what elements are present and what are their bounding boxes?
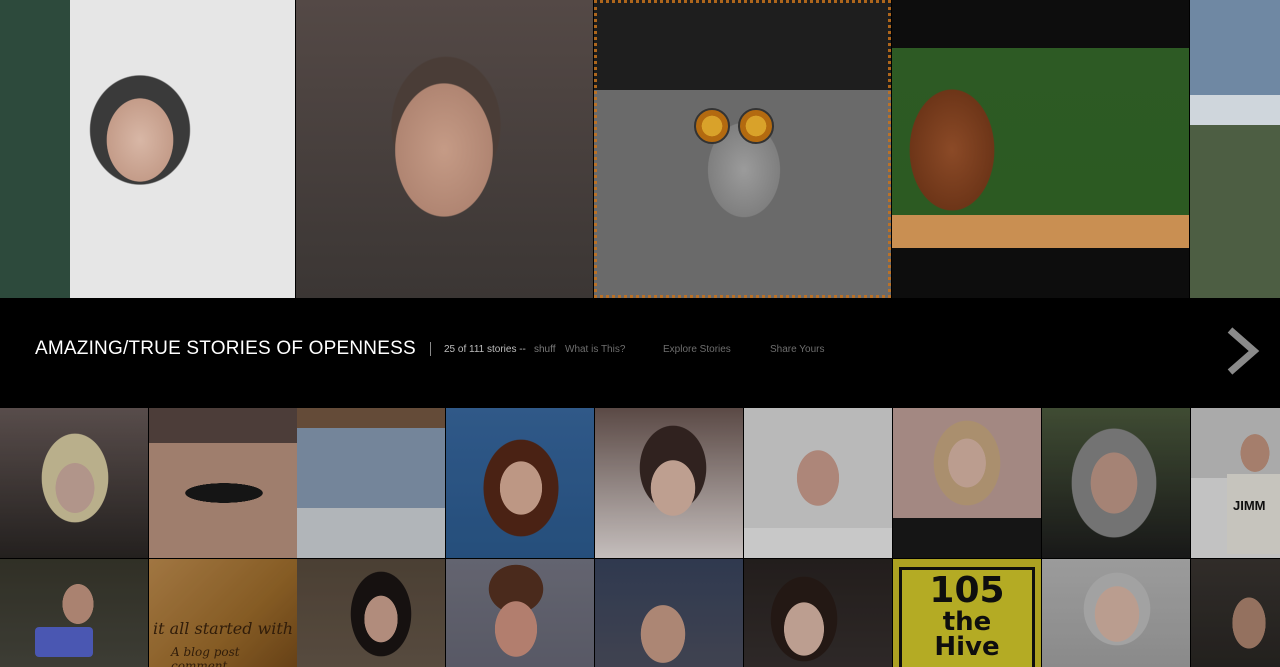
nav-what-is-this[interactable]: What is This? [565,344,625,355]
story-count: 25 of 111 stories -- [444,344,526,355]
book-cover-text: JIMM [1227,474,1280,554]
story-thumb[interactable] [446,559,594,667]
featured-story-tile-1[interactable] [0,0,295,298]
featured-story-tile-2[interactable] [296,0,593,298]
featured-story-tile-5[interactable] [1190,0,1280,298]
story-thumb[interactable]: JIMM [1191,408,1280,558]
shuffle-link[interactable]: shuff [534,344,556,355]
story-thumb[interactable]: 105 the Hive [893,559,1041,667]
sign-word-the: the [942,607,992,637]
glasses-graphic [694,108,774,144]
story-thumb[interactable] [744,559,892,667]
story-thumbnail-grid: JIMM it all started with A blog post com… [0,408,1280,667]
chevron-right-icon [1227,327,1260,375]
featured-story-tile-4[interactable] [892,0,1189,298]
story-thumb[interactable] [446,408,594,558]
site-banner: AMAZING/TRUE STORIES OF OPENNESS 25 of 1… [0,298,1280,408]
story-thumb[interactable] [893,408,1041,558]
title-divider [430,342,431,356]
story-thumb[interactable] [595,408,743,558]
next-arrow-button[interactable] [1222,326,1262,376]
featured-story-strip [0,0,1280,298]
parchment-text-line-1: it all started with [153,619,294,638]
nav-share-yours[interactable]: Share Yours [770,344,825,355]
story-thumb[interactable] [1042,559,1190,667]
nav-explore-stories[interactable]: Explore Stories [663,344,731,355]
story-thumb[interactable] [1042,408,1190,558]
story-thumb[interactable] [744,408,892,558]
story-thumb[interactable] [297,408,445,558]
story-thumb[interactable] [0,559,148,667]
tattoo-graphic [169,476,279,510]
story-thumb[interactable] [297,559,445,667]
story-thumb[interactable] [1191,559,1280,667]
story-thumb[interactable]: it all started with A blog post comment [149,559,297,667]
camera-icon [35,627,93,657]
story-thumb[interactable] [0,408,148,558]
story-thumb[interactable] [149,408,297,558]
featured-story-tile-3[interactable] [594,0,891,298]
story-thumb[interactable] [595,559,743,667]
hive-sign: 105 the Hive [899,567,1035,667]
dotted-border-decoration [594,0,891,298]
sign-word-hive: Hive [934,632,1000,662]
sign-number: 105 [929,570,1005,611]
site-title[interactable]: AMAZING/TRUE STORIES OF OPENNESS [35,338,416,360]
parchment-text-line-2: A blog post comment [171,645,240,667]
